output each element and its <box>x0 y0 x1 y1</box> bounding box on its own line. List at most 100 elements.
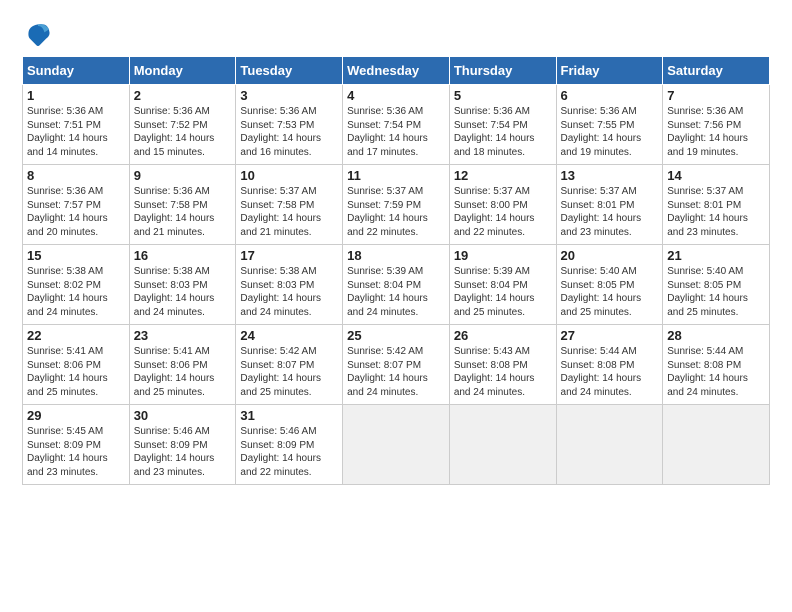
day-number: 30 <box>134 408 232 423</box>
header-day-tuesday: Tuesday <box>236 57 343 85</box>
calendar-cell: 16Sunrise: 5:38 AM Sunset: 8:03 PM Dayli… <box>129 245 236 325</box>
calendar-cell: 25Sunrise: 5:42 AM Sunset: 8:07 PM Dayli… <box>343 325 450 405</box>
calendar-cell: 21Sunrise: 5:40 AM Sunset: 8:05 PM Dayli… <box>663 245 770 325</box>
header-day-friday: Friday <box>556 57 663 85</box>
calendar-cell: 10 Sunrise: 5:37 AM Sunset: 7:58 PM Dayli… <box>236 165 343 245</box>
day-number: 10 <box>240 168 338 183</box>
header-day-saturday: Saturday <box>663 57 770 85</box>
day-number: 29 <box>27 408 125 423</box>
day-number: 1 <box>27 88 125 103</box>
day-number: 13 <box>561 168 659 183</box>
day-info: Sunrise: 5:43 AM Sunset: 8:08 PM Dayligh… <box>454 345 552 399</box>
day-info: Sunrise: 5:37 AM Sunset: 7:59 PM Dayligh… <box>347 185 445 239</box>
calendar-cell: 9 Sunrise: 5:36 AM Sunset: 7:58 PM Daylig… <box>129 165 236 245</box>
day-number: 2 <box>134 88 232 103</box>
day-number: 4 <box>347 88 445 103</box>
day-info: Sunrise: 5:36 AM Sunset: 7:58 PM Dayligh… <box>134 185 232 239</box>
week-row-0: 1 Sunrise: 5:36 AM Sunset: 7:51 PM Daylig… <box>23 85 770 165</box>
calendar-table: SundayMondayTuesdayWednesdayThursdayFrid… <box>22 56 770 485</box>
day-number: 21 <box>667 248 765 263</box>
calendar-cell <box>343 405 450 485</box>
header-day-sunday: Sunday <box>23 57 130 85</box>
calendar-cell: 31 Sunrise: 5:46 AM Sunset: 8:09 PM Dayli… <box>236 405 343 485</box>
day-number: 16 <box>134 248 232 263</box>
day-info: Sunrise: 5:37 AM Sunset: 7:58 PM Dayligh… <box>240 185 338 239</box>
day-number: 23 <box>134 328 232 343</box>
calendar-cell: 19 Sunrise: 5:39 AM Sunset: 8:04 PM Dayli… <box>449 245 556 325</box>
calendar-cell: 3Sunrise: 5:36 AM Sunset: 7:53 PM Daylig… <box>236 85 343 165</box>
day-info: Sunrise: 5:38 AM Sunset: 8:02 PM Dayligh… <box>27 265 125 319</box>
calendar-cell: 29 Sunrise: 5:45 AM Sunset: 8:09 PM Dayli… <box>23 405 130 485</box>
calendar-cell: 5 Sunrise: 5:36 AM Sunset: 7:54 PM Daylig… <box>449 85 556 165</box>
page: SundayMondayTuesdayWednesdayThursdayFrid… <box>0 0 792 497</box>
day-number: 24 <box>240 328 338 343</box>
day-number: 31 <box>240 408 338 423</box>
week-row-1: 8 Sunrise: 5:36 AM Sunset: 7:57 PM Daylig… <box>23 165 770 245</box>
day-number: 6 <box>561 88 659 103</box>
day-info: Sunrise: 5:44 AM Sunset: 8:08 PM Dayligh… <box>667 345 765 399</box>
day-number: 25 <box>347 328 445 343</box>
day-number: 12 <box>454 168 552 183</box>
day-info: Sunrise: 5:38 AM Sunset: 8:03 PM Dayligh… <box>240 265 338 319</box>
calendar-cell: 17 Sunrise: 5:38 AM Sunset: 8:03 PM Dayli… <box>236 245 343 325</box>
calendar-cell: 4 Sunrise: 5:36 AM Sunset: 7:54 PM Daylig… <box>343 85 450 165</box>
header-row: SundayMondayTuesdayWednesdayThursdayFrid… <box>23 57 770 85</box>
calendar-cell: 22 Sunrise: 5:41 AM Sunset: 8:06 PM Dayli… <box>23 325 130 405</box>
week-row-3: 22 Sunrise: 5:41 AM Sunset: 8:06 PM Dayli… <box>23 325 770 405</box>
header-day-monday: Monday <box>129 57 236 85</box>
calendar-cell: 18 Sunrise: 5:39 AM Sunset: 8:04 PM Dayli… <box>343 245 450 325</box>
day-number: 15 <box>27 248 125 263</box>
day-number: 18 <box>347 248 445 263</box>
day-info: Sunrise: 5:37 AM Sunset: 8:01 PM Dayligh… <box>667 185 765 239</box>
day-info: Sunrise: 5:41 AM Sunset: 8:06 PM Dayligh… <box>27 345 125 399</box>
day-info: Sunrise: 5:36 AM Sunset: 7:54 PM Dayligh… <box>454 105 552 159</box>
header <box>22 18 770 50</box>
calendar-cell: 6 Sunrise: 5:36 AM Sunset: 7:55 PM Daylig… <box>556 85 663 165</box>
logo <box>22 18 58 50</box>
calendar-cell: 23Sunrise: 5:41 AM Sunset: 8:06 PM Dayli… <box>129 325 236 405</box>
day-info: Sunrise: 5:36 AM Sunset: 7:55 PM Dayligh… <box>561 105 659 159</box>
day-number: 19 <box>454 248 552 263</box>
day-number: 22 <box>27 328 125 343</box>
calendar-cell: 7 Sunrise: 5:36 AM Sunset: 7:56 PM Daylig… <box>663 85 770 165</box>
day-number: 17 <box>240 248 338 263</box>
day-number: 8 <box>27 168 125 183</box>
day-info: Sunrise: 5:46 AM Sunset: 8:09 PM Dayligh… <box>240 425 338 479</box>
calendar-cell: 26Sunrise: 5:43 AM Sunset: 8:08 PM Dayli… <box>449 325 556 405</box>
header-day-wednesday: Wednesday <box>343 57 450 85</box>
day-number: 27 <box>561 328 659 343</box>
calendar-cell: 28 Sunrise: 5:44 AM Sunset: 8:08 PM Dayli… <box>663 325 770 405</box>
week-row-2: 15 Sunrise: 5:38 AM Sunset: 8:02 PM Dayli… <box>23 245 770 325</box>
calendar-cell: 11Sunrise: 5:37 AM Sunset: 7:59 PM Dayli… <box>343 165 450 245</box>
day-number: 9 <box>134 168 232 183</box>
header-day-thursday: Thursday <box>449 57 556 85</box>
calendar-cell <box>663 405 770 485</box>
day-number: 28 <box>667 328 765 343</box>
day-info: Sunrise: 5:39 AM Sunset: 8:04 PM Dayligh… <box>454 265 552 319</box>
calendar-cell: 14Sunrise: 5:37 AM Sunset: 8:01 PM Dayli… <box>663 165 770 245</box>
day-info: Sunrise: 5:40 AM Sunset: 8:05 PM Dayligh… <box>561 265 659 319</box>
day-info: Sunrise: 5:39 AM Sunset: 8:04 PM Dayligh… <box>347 265 445 319</box>
day-number: 7 <box>667 88 765 103</box>
day-number: 5 <box>454 88 552 103</box>
calendar-cell <box>449 405 556 485</box>
calendar-cell: 8 Sunrise: 5:36 AM Sunset: 7:57 PM Daylig… <box>23 165 130 245</box>
day-info: Sunrise: 5:44 AM Sunset: 8:08 PM Dayligh… <box>561 345 659 399</box>
calendar-cell <box>556 405 663 485</box>
day-info: Sunrise: 5:42 AM Sunset: 8:07 PM Dayligh… <box>240 345 338 399</box>
day-info: Sunrise: 5:36 AM Sunset: 7:56 PM Dayligh… <box>667 105 765 159</box>
calendar-cell: 12 Sunrise: 5:37 AM Sunset: 8:00 PM Dayli… <box>449 165 556 245</box>
day-info: Sunrise: 5:36 AM Sunset: 7:51 PM Dayligh… <box>27 105 125 159</box>
calendar-cell: 15 Sunrise: 5:38 AM Sunset: 8:02 PM Dayli… <box>23 245 130 325</box>
day-info: Sunrise: 5:36 AM Sunset: 7:53 PM Dayligh… <box>240 105 338 159</box>
calendar-cell: 1 Sunrise: 5:36 AM Sunset: 7:51 PM Daylig… <box>23 85 130 165</box>
day-info: Sunrise: 5:36 AM Sunset: 7:54 PM Dayligh… <box>347 105 445 159</box>
day-info: Sunrise: 5:37 AM Sunset: 8:01 PM Dayligh… <box>561 185 659 239</box>
calendar-cell: 20 Sunrise: 5:40 AM Sunset: 8:05 PM Dayli… <box>556 245 663 325</box>
calendar-cell: 27 Sunrise: 5:44 AM Sunset: 8:08 PM Dayli… <box>556 325 663 405</box>
day-info: Sunrise: 5:36 AM Sunset: 7:57 PM Dayligh… <box>27 185 125 239</box>
day-info: Sunrise: 5:37 AM Sunset: 8:00 PM Dayligh… <box>454 185 552 239</box>
day-number: 20 <box>561 248 659 263</box>
calendar-cell: 2Sunrise: 5:36 AM Sunset: 7:52 PM Daylig… <box>129 85 236 165</box>
day-info: Sunrise: 5:45 AM Sunset: 8:09 PM Dayligh… <box>27 425 125 479</box>
